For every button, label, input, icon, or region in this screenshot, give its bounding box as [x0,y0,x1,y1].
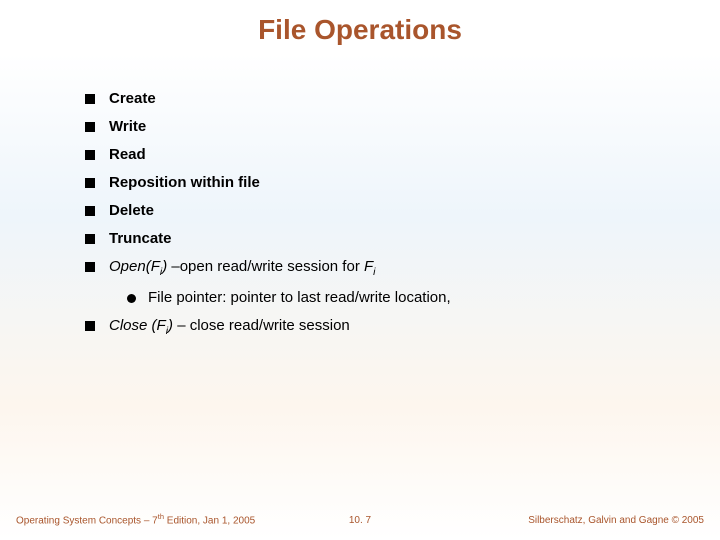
list-item: Read [85,146,680,163]
sub-item-text: File pointer: pointer to last read/write… [148,289,451,306]
list-item: Truncate [85,230,680,247]
circle-bullet-icon [127,294,136,303]
list-item: Write [85,118,680,135]
footer-right: Silberschatz, Galvin and Gagne © 2005 [528,515,704,526]
square-bullet-icon [85,262,95,272]
item-text: Close (Fi) – close read/write session [109,317,350,337]
list-item: Delete [85,202,680,219]
item-text: Write [109,118,146,135]
subscript: i [373,266,375,278]
open-fn-italic: Open(F [109,258,160,275]
square-bullet-icon [85,234,95,244]
square-bullet-icon [85,321,95,331]
slide-title: File Operations [0,14,720,46]
list-item: Reposition within file [85,174,680,191]
footer-left-post: Edition, Jan 1, 2005 [164,515,255,526]
slide: File Operations Create Write Read Reposi… [0,0,720,540]
square-bullet-icon [85,178,95,188]
square-bullet-icon [85,122,95,132]
square-bullet-icon [85,206,95,216]
list-item: Create [85,90,680,107]
list-item: Close (Fi) – close read/write session [85,317,680,337]
list-item: Open(Fi) –open read/write session for Fi [85,258,680,278]
item-text: Read [109,146,146,163]
footer-left: Operating System Concepts – 7th Edition,… [16,512,255,526]
close-fn-italic: Close (F [109,317,166,334]
footer-center: 10. 7 [349,515,371,526]
open-desc: –open read/write session for [167,258,364,275]
item-text: Create [109,90,156,107]
square-bullet-icon [85,150,95,160]
footer-left-pre: Operating System Concepts – 7 [16,515,158,526]
content-area: Create Write Read Reposition within file… [85,90,680,348]
square-bullet-icon [85,94,95,104]
close-desc: – close read/write session [173,317,350,334]
item-text: Reposition within file [109,174,260,191]
var-f: F [364,258,373,275]
item-text: Delete [109,202,154,219]
item-text: Truncate [109,230,172,247]
sub-list-item: File pointer: pointer to last read/write… [127,289,680,306]
item-text: Open(Fi) –open read/write session for Fi [109,258,376,278]
